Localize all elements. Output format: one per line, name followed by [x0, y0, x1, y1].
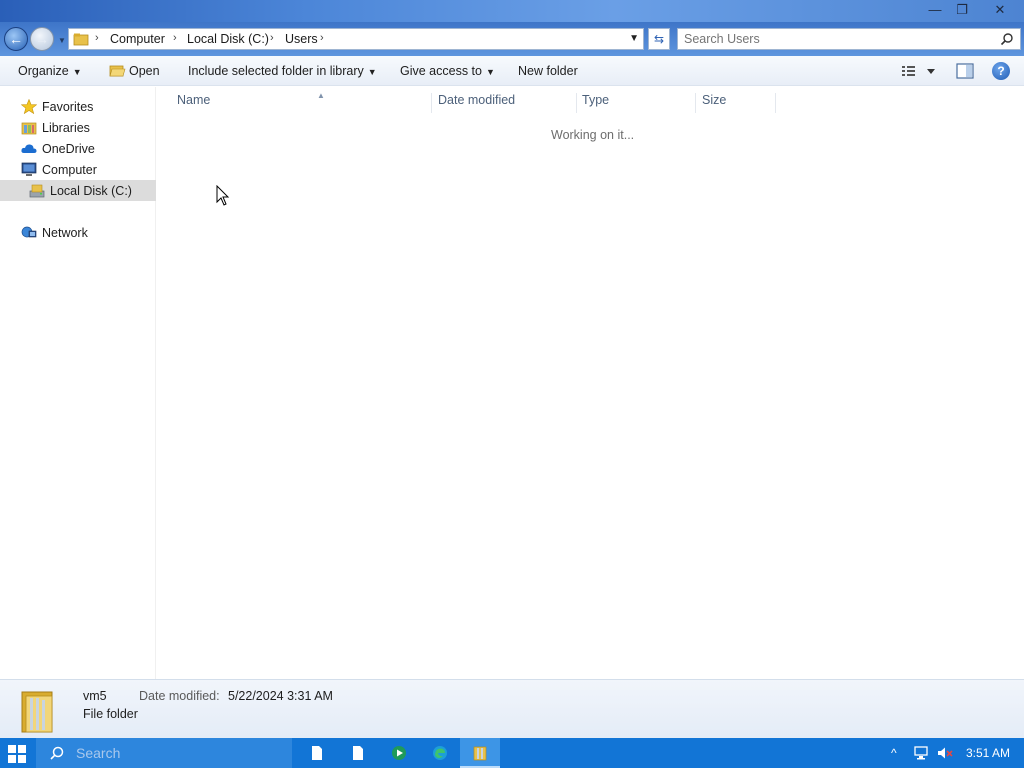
volume-muted-icon[interactable]: [937, 746, 953, 760]
search-box[interactable]: [677, 28, 1021, 50]
restore-button[interactable]: ❐: [943, 0, 981, 22]
search-icon: [50, 746, 64, 760]
breadcrumb-separator[interactable]: ›: [270, 32, 274, 44]
nav-label: OneDrive: [42, 142, 95, 156]
back-button[interactable]: ←: [4, 27, 28, 51]
breadcrumb-separator[interactable]: ›: [320, 32, 324, 44]
cloud-icon: [21, 144, 37, 153]
nav-item-onedrive[interactable]: OneDrive: [0, 138, 156, 159]
forward-arrow-icon: →: [35, 31, 49, 47]
network-tray-icon[interactable]: [913, 746, 929, 760]
give-access-menu[interactable]: Give access to ▼: [400, 64, 495, 78]
address-dropdown-icon[interactable]: ▼: [629, 33, 639, 44]
sort-ascending-icon: ▲: [317, 91, 325, 100]
folder-icon: [21, 691, 53, 733]
taskbar: Search ^ 3:51 AM: [0, 738, 1024, 768]
edge-browser-icon: [433, 746, 447, 760]
media-app-icon: [392, 746, 406, 760]
breadcrumb-local-disk[interactable]: Local Disk (C:): [187, 32, 269, 46]
nav-label: Computer: [42, 163, 97, 177]
recent-pages-dropdown[interactable]: ▼: [58, 36, 66, 45]
document-icon: [312, 746, 322, 760]
taskbar-search-box[interactable]: Search: [36, 738, 292, 768]
file-list[interactable]: ▲ Name Date modified Type Size Working o…: [157, 87, 1024, 679]
column-label: Type: [582, 93, 610, 107]
nav-label: Local Disk (C:): [50, 184, 132, 198]
give-access-label: Give access to: [400, 64, 482, 78]
caret-down-icon: ▼: [485, 67, 495, 77]
breadcrumb-separator[interactable]: ›: [95, 32, 99, 44]
nav-label: Favorites: [42, 100, 94, 114]
preview-pane-button[interactable]: [956, 63, 974, 79]
navigation-pane: Favorites Libraries OneDrive Computer Lo…: [0, 87, 156, 679]
caret-down-icon: ▼: [367, 67, 377, 77]
organize-label: Organize: [18, 64, 69, 78]
network-icon: [21, 226, 37, 238]
open-folder-icon[interactable]: [109, 63, 126, 78]
taskbar-search-placeholder: Search: [76, 745, 121, 761]
nav-label: Libraries: [42, 121, 90, 135]
folder-icon: [73, 33, 89, 46]
nav-label: Network: [42, 226, 88, 240]
column-label: Size: [702, 93, 727, 107]
caret-down-icon: ▼: [72, 67, 82, 77]
taskbar-app-document[interactable]: [297, 738, 337, 768]
details-item-type: File folder: [83, 707, 138, 721]
address-row: ← → ▼ › Computer › Local Disk (C:) › Use…: [0, 22, 1024, 56]
file-explorer-icon: [473, 746, 487, 761]
nav-item-libraries[interactable]: Libraries: [0, 117, 156, 138]
column-label: Name: [177, 93, 211, 107]
star-icon: [21, 99, 37, 114]
column-header-name[interactable]: ▲ Name: [177, 91, 432, 113]
search-icon[interactable]: [1000, 32, 1014, 46]
details-date-value: 5/22/2024 3:31 AM: [228, 689, 333, 703]
include-in-library-menu[interactable]: Include selected folder in library ▼: [188, 64, 377, 78]
search-input[interactable]: [684, 31, 984, 47]
refresh-button[interactable]: ⇆: [648, 28, 670, 50]
help-icon[interactable]: ?: [992, 62, 1010, 80]
libraries-icon: [21, 122, 37, 135]
column-header-date-modified[interactable]: Date modified: [438, 93, 577, 113]
nav-item-local-disk[interactable]: Local Disk (C:): [0, 180, 156, 201]
taskbar-app-document[interactable]: [338, 738, 378, 768]
details-date-label: Date modified:: [139, 689, 220, 703]
organize-menu[interactable]: Organize ▼: [18, 64, 82, 78]
back-arrow-icon: ←: [9, 31, 23, 47]
change-view-button[interactable]: [901, 64, 941, 78]
forward-button[interactable]: →: [30, 27, 54, 51]
windows-start-icon[interactable]: [8, 745, 26, 763]
nav-item-favorites[interactable]: Favorites: [0, 96, 156, 117]
address-bar[interactable]: › Computer › Local Disk (C:) › Users › ▼: [68, 28, 644, 50]
loading-status-text: Working on it...: [551, 128, 635, 142]
view-list-icon: [902, 66, 915, 76]
open-button[interactable]: Open: [129, 64, 160, 78]
document-icon: [353, 746, 363, 760]
column-label: Date modified: [438, 93, 516, 107]
details-pane: vm5 Date modified: 5/22/2024 3:31 AM Fil…: [0, 679, 1024, 738]
taskbar-clock[interactable]: 3:51 AM: [966, 746, 1010, 760]
drive-icon: [29, 184, 45, 198]
include-label: Include selected folder in library: [188, 64, 364, 78]
caret-down-icon: [927, 69, 935, 74]
taskbar-app-media[interactable]: [379, 738, 419, 768]
new-folder-button[interactable]: New folder: [518, 64, 578, 78]
breadcrumb-users[interactable]: Users: [285, 32, 318, 46]
nav-item-computer[interactable]: Computer: [0, 159, 156, 180]
details-item-name: vm5: [83, 689, 107, 703]
nav-item-network[interactable]: Network: [0, 222, 156, 243]
show-hidden-icons-icon[interactable]: ^: [891, 746, 897, 760]
close-button[interactable]: ✕: [981, 0, 1019, 22]
taskbar-app-file-explorer[interactable]: [460, 738, 500, 768]
computer-icon: [21, 162, 37, 176]
mouse-cursor-icon: [216, 185, 230, 206]
column-header-size[interactable]: Size: [702, 93, 776, 113]
column-header-type[interactable]: Type: [582, 93, 696, 113]
breadcrumb-separator[interactable]: ›: [173, 32, 177, 44]
breadcrumb-computer[interactable]: Computer: [110, 32, 165, 46]
taskbar-app-edge[interactable]: [420, 738, 460, 768]
command-bar: Organize ▼ Open Include selected folder i…: [0, 56, 1024, 86]
